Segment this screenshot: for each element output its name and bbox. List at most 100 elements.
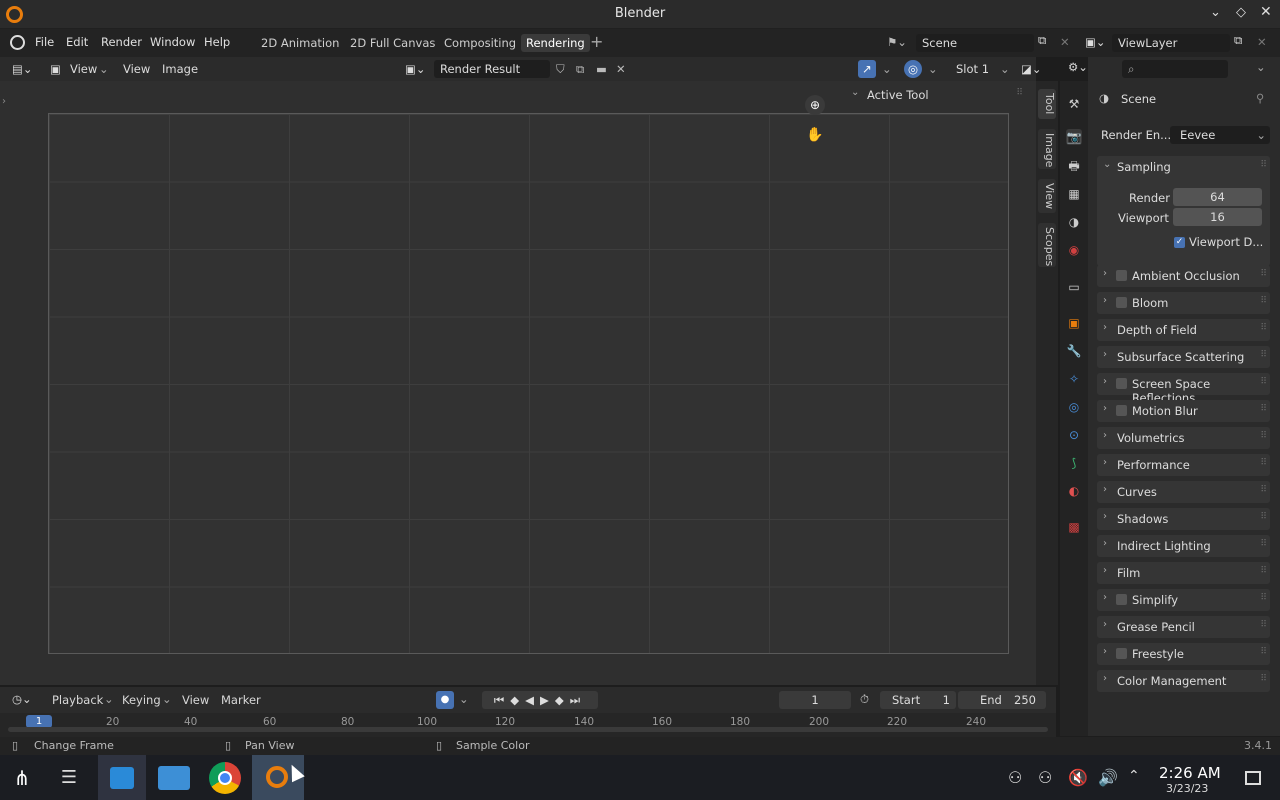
texture-properties-icon[interactable]: ▩ xyxy=(1066,519,1082,535)
delete-view-layer-icon[interactable]: ✕ xyxy=(1257,35,1267,49)
image-name-field[interactable]: Render Result xyxy=(434,60,550,78)
collection-properties-icon[interactable]: ▭ xyxy=(1066,279,1082,295)
grip-icon[interactable]: ⠿ xyxy=(1260,539,1267,549)
tab-scopes[interactable]: Scopes xyxy=(1038,223,1056,267)
system-settings-icon[interactable]: ☰ xyxy=(52,761,86,795)
display-channels-icon[interactable]: ◪⌄ xyxy=(1021,62,1042,76)
grip-icon[interactable]: ⠿ xyxy=(1016,88,1023,98)
maximize-icon[interactable]: ◇ xyxy=(1236,5,1246,20)
tab-tool[interactable]: Tool xyxy=(1038,89,1056,119)
viewport-samples-field[interactable]: 16 xyxy=(1173,208,1262,226)
render-canvas[interactable] xyxy=(48,113,1009,654)
panel-bloom[interactable]: › Bloom ⠿ xyxy=(1097,292,1270,314)
render-engine-dropdown[interactable]: Eevee ⌄ xyxy=(1170,126,1270,144)
workspace-tab-rendering[interactable]: Rendering xyxy=(521,34,590,52)
panel-screen-space-reflections[interactable]: › Screen Space Reflections ⠿ xyxy=(1097,373,1270,405)
blender-menu-icon[interactable] xyxy=(10,35,25,50)
panel-depth-of-field[interactable]: › Depth of Field ⠿ xyxy=(1097,319,1270,341)
grip-icon[interactable]: ⠿ xyxy=(1260,404,1267,414)
panel-performance[interactable]: › Performance ⠿ xyxy=(1097,454,1270,476)
grip-icon[interactable]: ⠿ xyxy=(1260,620,1267,630)
overlay-toggle-icon[interactable]: ◎ xyxy=(904,60,922,78)
play-icon[interactable]: ▶ xyxy=(540,693,555,707)
menu-edit[interactable]: Edit xyxy=(66,35,88,49)
panel-checkbox[interactable] xyxy=(1116,378,1127,389)
grip-icon[interactable]: ⠿ xyxy=(1260,485,1267,495)
slot-dropdown[interactable]: Slot 1 xyxy=(956,62,989,76)
app-launcher-icon[interactable]: ⋔ xyxy=(5,761,39,795)
chevron-down-icon[interactable]: ⌄ xyxy=(1103,159,1111,170)
delete-scene-icon[interactable]: ✕ xyxy=(1060,35,1070,49)
scene-icon[interactable]: ⚑⌄ xyxy=(887,35,907,49)
grip-icon[interactable]: ⠿ xyxy=(1260,431,1267,441)
grip-icon[interactable]: ⠿ xyxy=(1260,674,1267,684)
menu-help[interactable]: Help xyxy=(204,35,230,49)
panel-simplify[interactable]: › Simplify ⠿ xyxy=(1097,589,1270,611)
chrome-icon[interactable] xyxy=(209,762,241,794)
world-properties-icon[interactable]: ◉ xyxy=(1066,242,1082,258)
new-scene-icon[interactable]: ⧉ xyxy=(1038,33,1046,48)
render-samples-field[interactable]: 64 xyxy=(1173,188,1262,206)
grip-icon[interactable]: ⠿ xyxy=(1260,323,1267,333)
timeline-view-menu[interactable]: View xyxy=(182,693,209,707)
view-layer-properties-icon[interactable]: ▦ xyxy=(1066,186,1082,202)
marker-menu[interactable]: Marker xyxy=(221,693,261,707)
menu-view[interactable]: View xyxy=(123,62,150,76)
tab-image[interactable]: Image xyxy=(1038,129,1056,169)
panel-subsurface-scattering[interactable]: › Subsurface Scattering ⠿ xyxy=(1097,346,1270,368)
workspace-tab-compositing[interactable]: Compositing xyxy=(444,36,516,50)
sampling-title[interactable]: Sampling xyxy=(1117,160,1171,174)
panel-curves[interactable]: › Curves ⠿ xyxy=(1097,481,1270,503)
chevron-down-icon[interactable]: ⌄ xyxy=(882,62,892,76)
panel-freestyle[interactable]: › Freestyle ⠿ xyxy=(1097,643,1270,665)
timeline-scrollbar[interactable] xyxy=(8,727,1048,732)
pin-icon[interactable]: ⚲ xyxy=(1256,91,1264,105)
close-icon[interactable]: ✕ xyxy=(1260,4,1272,20)
properties-search-input[interactable]: ⌕ xyxy=(1122,60,1228,78)
panel-ambient-occlusion[interactable]: › Ambient Occlusion ⠿ xyxy=(1097,265,1270,287)
end-frame-field[interactable]: End 250 xyxy=(958,691,1046,709)
unlink-image-icon[interactable]: ✕ xyxy=(616,62,626,76)
grip-icon[interactable]: ⠿ xyxy=(1260,593,1267,603)
panel-checkbox[interactable] xyxy=(1116,648,1127,659)
fake-user-icon[interactable]: ⛉ xyxy=(556,62,565,77)
current-frame-field[interactable]: 1 xyxy=(779,691,851,709)
viewport-denoise-checkbox[interactable]: ✓ xyxy=(1174,237,1185,248)
next-keyframe-icon[interactable]: ◆ xyxy=(555,693,570,707)
jump-end-icon[interactable]: ⏭ xyxy=(570,693,586,707)
active-tool-panel[interactable]: ⌄ Active Tool ⠿ xyxy=(845,85,1027,105)
users-icon[interactable]: ⚇ xyxy=(1038,768,1052,787)
chevron-down-icon[interactable]: ⌄ xyxy=(459,692,469,706)
menu-image[interactable]: Image xyxy=(162,62,198,76)
menu-render[interactable]: Render xyxy=(101,35,142,49)
user-icon[interactable]: ⚇ xyxy=(1008,768,1022,787)
view-mode-dropdown[interactable]: View xyxy=(70,62,97,76)
panel-checkbox[interactable] xyxy=(1116,297,1127,308)
panel-film[interactable]: › Film ⠿ xyxy=(1097,562,1270,584)
auto-keying-icon[interactable]: ● xyxy=(436,691,454,709)
panel-volumetrics[interactable]: › Volumetrics ⠿ xyxy=(1097,427,1270,449)
material-properties-icon[interactable]: ◐ xyxy=(1066,483,1082,499)
scene-properties-icon[interactable]: ◑ xyxy=(1066,214,1082,230)
grip-icon[interactable]: ⠿ xyxy=(1260,647,1267,657)
scene-selector[interactable]: Scene xyxy=(916,34,1034,52)
new-image-icon[interactable]: ⧉ xyxy=(576,62,584,77)
editor-type-icon[interactable]: ▤⌄ xyxy=(12,62,33,76)
view-mode-icon[interactable]: ▣ xyxy=(50,62,61,76)
discover-store-icon[interactable] xyxy=(98,755,146,800)
play-reverse-icon[interactable]: ◀ xyxy=(525,693,540,707)
render-properties-icon[interactable]: 📷 xyxy=(1066,129,1082,145)
editor-type-icon[interactable]: ◷⌄ xyxy=(12,692,32,706)
physics-properties-icon[interactable]: ◎ xyxy=(1066,399,1082,415)
jump-start-icon[interactable]: ⏮ xyxy=(494,693,510,707)
tray-expand-icon[interactable]: ⌃ xyxy=(1128,768,1140,784)
grip-icon[interactable]: ⠿ xyxy=(1260,160,1267,170)
clock-time[interactable]: 2:26 AM xyxy=(1159,764,1221,782)
minimize-icon[interactable]: ⌄ xyxy=(1210,5,1221,20)
toolbar-expand-icon[interactable]: › xyxy=(2,96,6,107)
gizmo-toggle-icon[interactable]: ↗ xyxy=(858,60,876,78)
panel-checkbox[interactable] xyxy=(1116,270,1127,281)
grip-icon[interactable]: ⠿ xyxy=(1260,377,1267,387)
panel-color-management[interactable]: › Color Management ⠿ xyxy=(1097,670,1270,692)
menu-file[interactable]: File xyxy=(35,35,54,49)
